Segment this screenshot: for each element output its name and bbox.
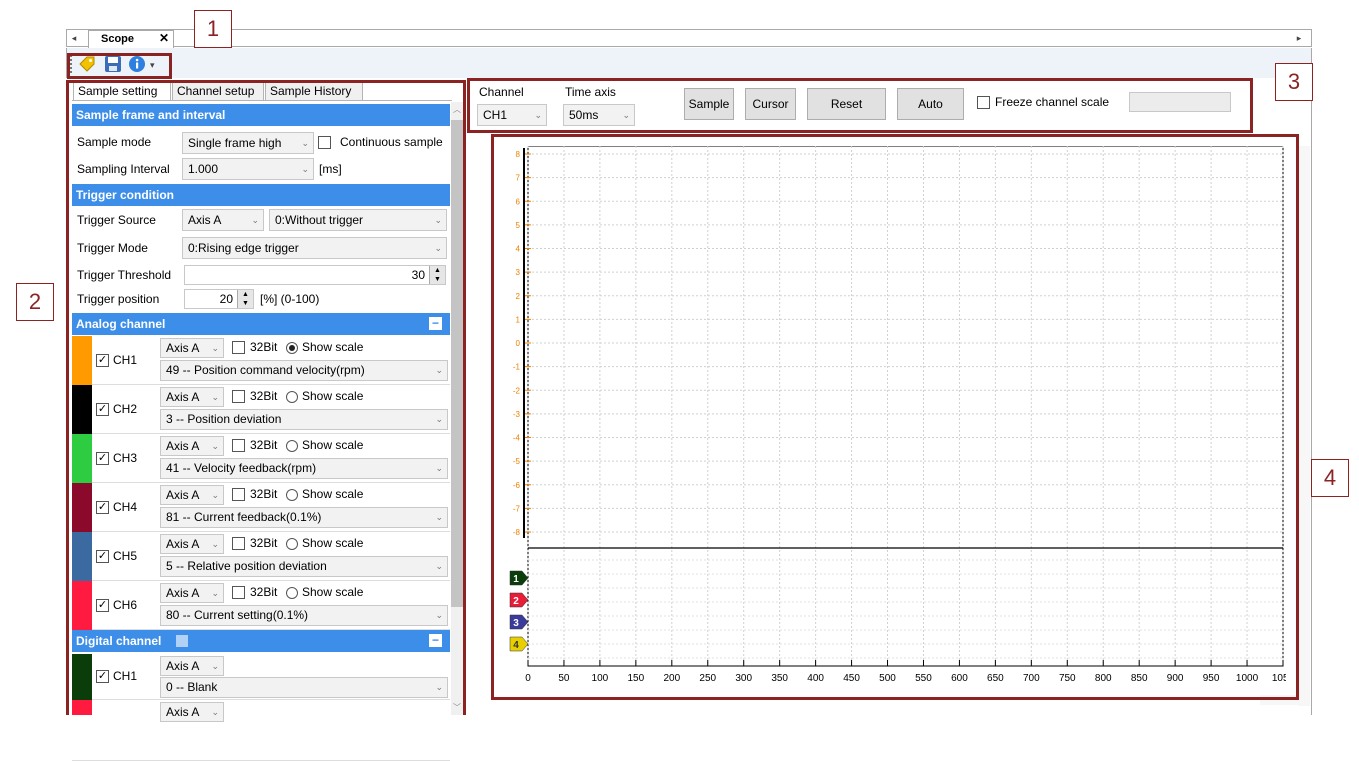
callout-4: 4 [1311, 459, 1349, 497]
highlight-controls [467, 78, 1253, 133]
highlight-settings [66, 80, 466, 715]
chart-scrollbar[interactable] [1298, 146, 1310, 706]
highlight-chart [491, 134, 1299, 700]
highlight-toolbar [67, 53, 172, 79]
callout-3: 3 [1275, 63, 1313, 101]
callout-2: 2 [16, 283, 54, 321]
document-tab-bar [66, 29, 1312, 47]
tab-scroll-left-icon[interactable]: ◂ [68, 31, 80, 45]
callout-1: 1 [194, 10, 232, 48]
close-icon[interactable]: ✕ [158, 32, 170, 45]
toolstrip [66, 48, 1312, 78]
tab-scroll-right-icon[interactable]: ▸ [1293, 31, 1305, 45]
